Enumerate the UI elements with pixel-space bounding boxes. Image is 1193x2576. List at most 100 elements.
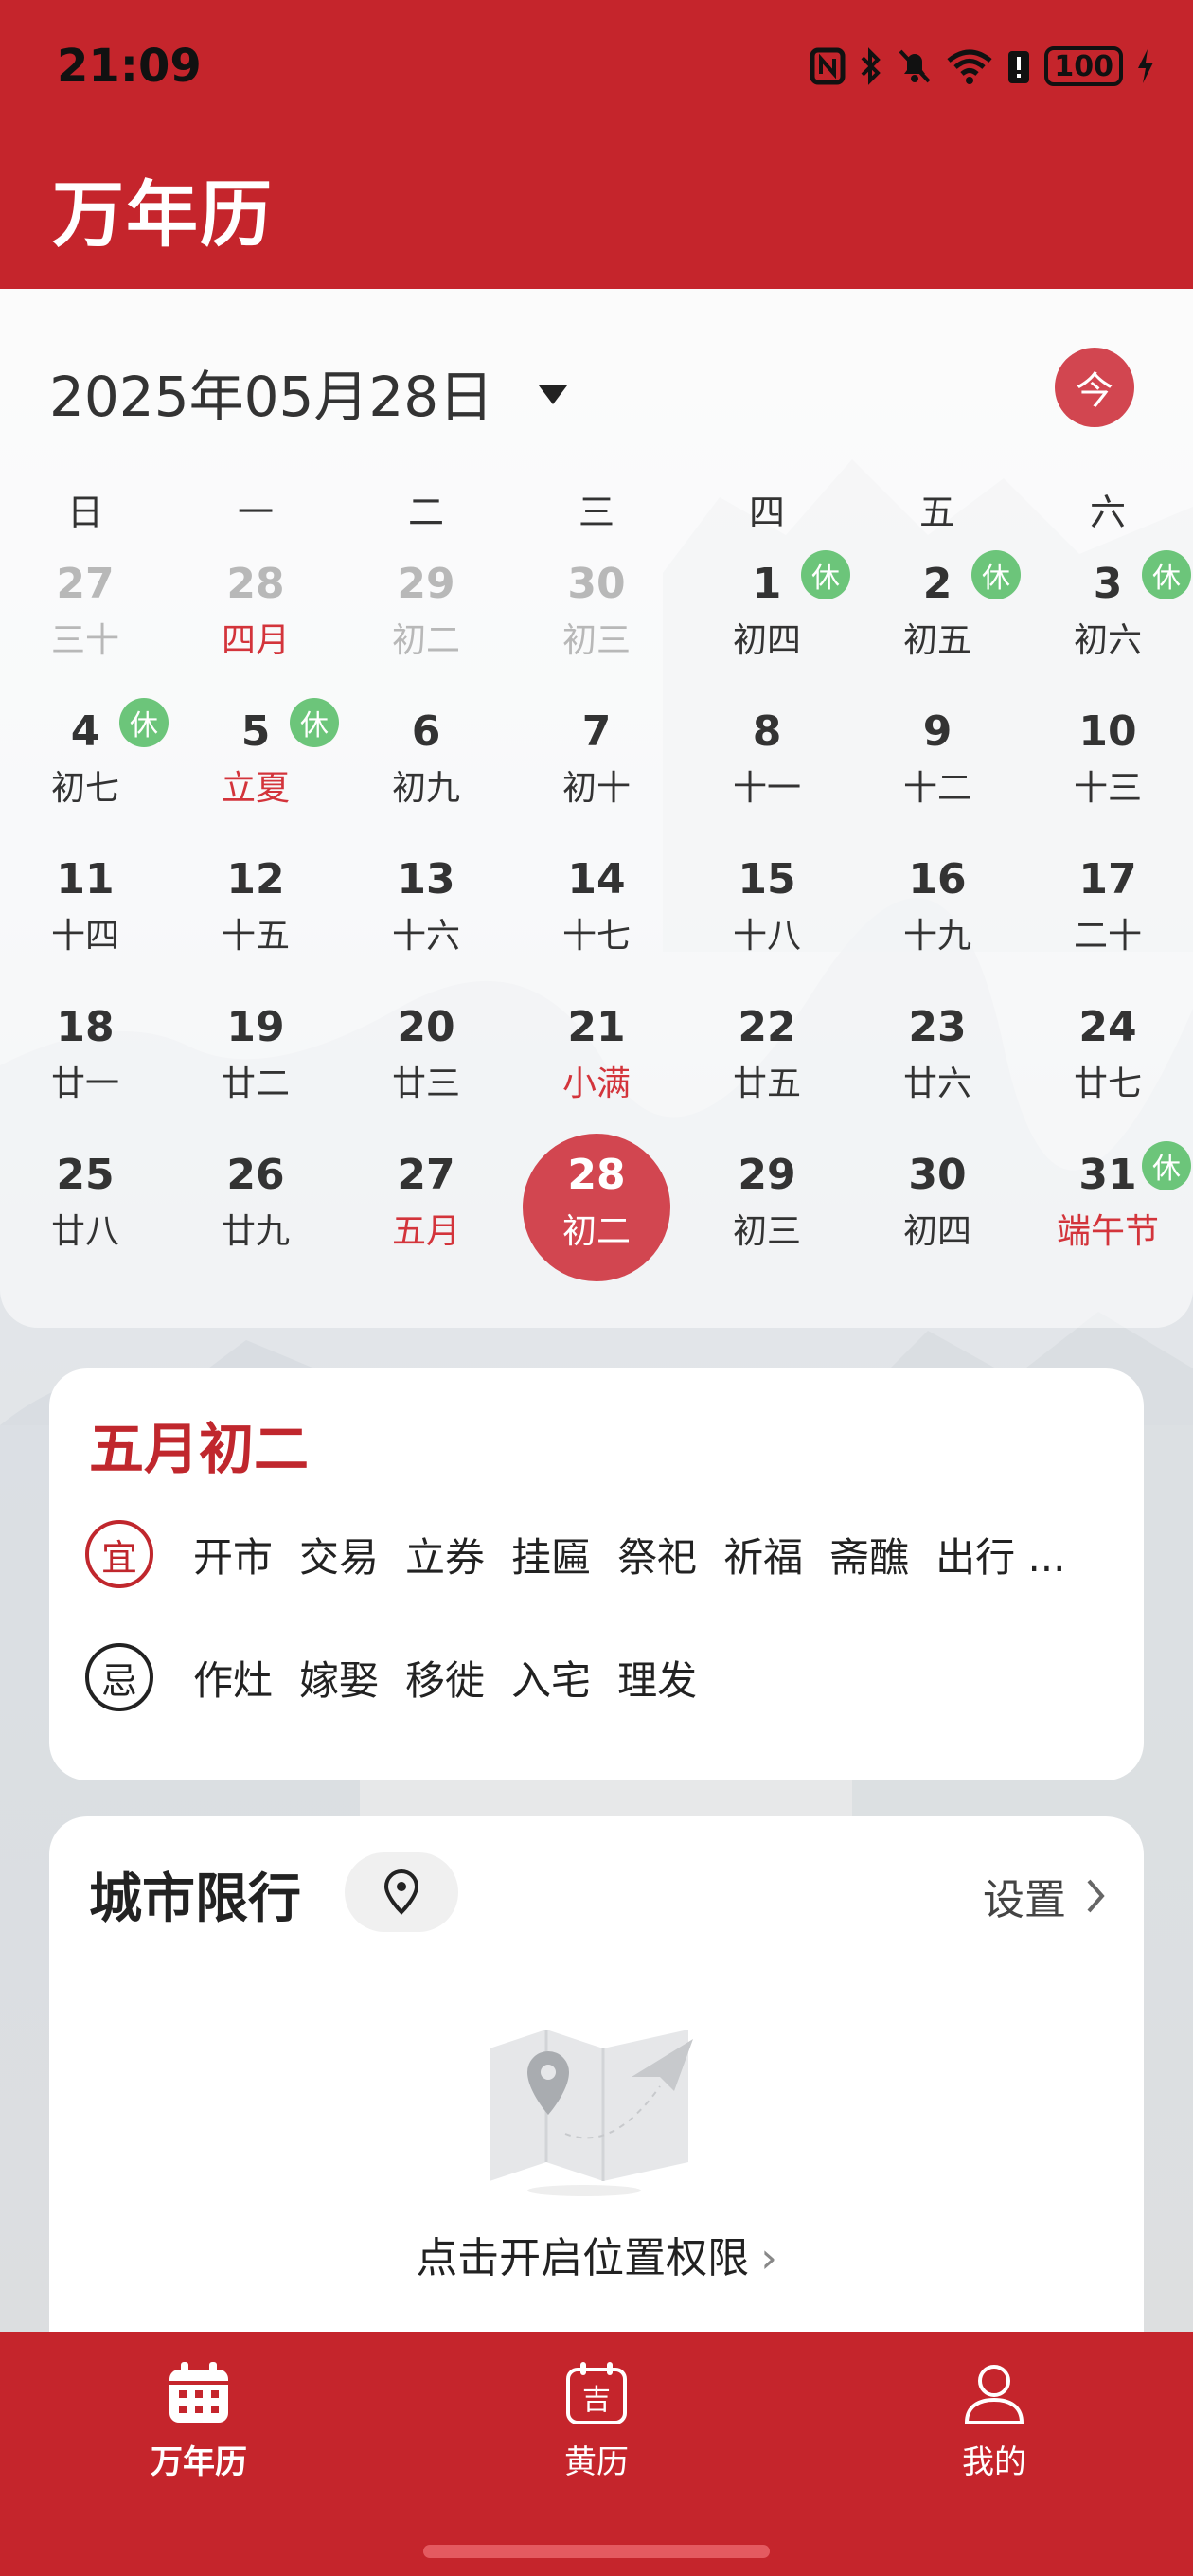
weekday-header: 日一二三四五六 <box>0 483 1193 540</box>
lunar-date: 十五 <box>221 917 290 956</box>
calendar-day[interactable]: 19 廿二 <box>170 986 341 1134</box>
calendar-day[interactable]: 12 十五 <box>170 838 341 986</box>
lunar-date: 十八 <box>732 917 801 956</box>
calendar-day[interactable]: 21 小满 <box>511 986 682 1134</box>
calendar-day[interactable]: 23 廿六 <box>852 986 1023 1134</box>
day-number: 30 <box>567 560 626 608</box>
location-button[interactable] <box>345 1852 458 1932</box>
avoid-item: 作灶 <box>193 1656 274 1704</box>
calendar-day[interactable]: 13 十六 <box>341 838 511 986</box>
lunar-date: 三十 <box>50 621 119 660</box>
lunar-date: 初四 <box>732 621 801 660</box>
weekday-label: 一 <box>237 492 274 533</box>
calendar-day[interactable]: 24 廿七 <box>1023 986 1193 1134</box>
mute-bell-icon <box>899 49 931 83</box>
nav-calendar[interactable]: 万年历 <box>95 2360 303 2482</box>
day-number: 16 <box>908 855 967 903</box>
status-icons: 100 <box>810 43 1155 90</box>
lunar-date: 初三 <box>561 621 631 660</box>
calendar-day[interactable]: 7 初十 <box>511 690 682 838</box>
calendar-day[interactable]: 30 初三 <box>511 543 682 690</box>
calendar-day[interactable]: 1 初四休 <box>682 543 852 690</box>
lunar-date: 初七 <box>50 769 119 808</box>
suitable-row: 宜 开市 交易 立券 挂匾 祭祀 祈福 斋醮 出行 ... <box>85 1520 1093 1588</box>
calendar-day[interactable]: 14 十七 <box>511 838 682 986</box>
calendar-day[interactable]: 4 初七休 <box>0 690 170 838</box>
calendar-day[interactable]: 28 四月 <box>170 543 341 690</box>
day-number: 6 <box>411 707 441 756</box>
lunar-date: 十三 <box>1073 769 1142 808</box>
calendar-day[interactable]: 10 十三 <box>1023 690 1193 838</box>
date-selector[interactable]: 2025年05月28日 <box>49 352 568 432</box>
avoid-item: 嫁娶 <box>299 1656 380 1704</box>
calendar-day[interactable]: 18 廿一 <box>0 986 170 1134</box>
svg-text:吉: 吉 <box>582 2384 611 2417</box>
day-number: 9 <box>922 707 953 756</box>
avoid-icon: 忌 <box>85 1643 153 1711</box>
calendar-day[interactable]: 26 廿九 <box>170 1134 341 1281</box>
calendar-day[interactable]: 22 廿五 <box>682 986 852 1134</box>
today-button[interactable]: 今 <box>1055 348 1134 427</box>
lunar-date: 廿二 <box>221 1064 290 1103</box>
lunar-date: 二十 <box>1073 917 1142 956</box>
holiday-rest-badge: 休 <box>971 550 1021 599</box>
settings-link[interactable]: 设置 <box>983 1866 1106 1926</box>
calendar-day[interactable]: 17 二十 <box>1023 838 1193 986</box>
day-number: 26 <box>226 1151 285 1199</box>
calendar-day[interactable]: 27 五月 <box>341 1134 511 1281</box>
nfc-icon <box>810 47 846 85</box>
calendar-day[interactable]: 27 三十 <box>0 543 170 690</box>
nav-label: 万年历 <box>151 2443 247 2481</box>
calendar-day[interactable]: 3 初六休 <box>1023 543 1193 690</box>
calendar-day[interactable]: 31 端午节休 <box>1023 1134 1193 1281</box>
lunar-date: 四月 <box>221 621 290 660</box>
nav-profile[interactable]: 我的 <box>890 2360 1098 2482</box>
calendar-day[interactable]: 16 十九 <box>852 838 1023 986</box>
lunar-date: 立夏 <box>221 769 290 808</box>
calendar-day[interactable]: 11 十四 <box>0 838 170 986</box>
calendar-day[interactable]: 25 廿八 <box>0 1134 170 1281</box>
lunar-date: 初四 <box>902 1212 971 1251</box>
city-restriction-card: 城市限行 设置 点击开启位置权限 › <box>49 1816 1144 2385</box>
day-number: 14 <box>567 855 626 903</box>
almanac-icon: 吉 <box>566 2362 627 2424</box>
almanac-card[interactable]: 五月初二 宜 开市 交易 立券 挂匾 祭祀 祈福 斋醮 出行 ... 忌 作灶 嫁娶 移徙 入宅 理发 <box>49 1368 1144 1780</box>
calendar-day[interactable]: 8 十一 <box>682 690 852 838</box>
enable-location-link[interactable]: 点击开启位置权限 › <box>49 2224 1144 2284</box>
day-number: 20 <box>397 1003 455 1051</box>
day-number: 27 <box>56 560 115 608</box>
avoid-row: 忌 作灶 嫁娶 移徙 入宅 理发 <box>85 1643 723 1711</box>
settings-label: 设置 <box>983 1876 1066 1924</box>
weekday-label: 日 <box>66 492 103 533</box>
holiday-rest-badge: 休 <box>1142 1141 1191 1190</box>
day-number: 28 <box>226 560 285 608</box>
day-number: 7 <box>581 707 612 756</box>
calendar-day[interactable]: 30 初四 <box>852 1134 1023 1281</box>
home-indicator[interactable] <box>423 2545 770 2558</box>
weekday-label: 二 <box>407 492 444 533</box>
calendar-day[interactable]: 29 初二 <box>341 543 511 690</box>
suitable-item: 挂匾 <box>511 1533 592 1581</box>
calendar-day-selected[interactable]: 28 初二 <box>511 1134 682 1281</box>
calendar-day[interactable]: 6 初九 <box>341 690 511 838</box>
calendar-day[interactable]: 29 初三 <box>682 1134 852 1281</box>
weekday-label: 五 <box>918 492 955 533</box>
calendar-day[interactable]: 9 十二 <box>852 690 1023 838</box>
lunar-date: 初六 <box>1073 621 1142 660</box>
app-header: 21:09 100 万年历 <box>0 0 1193 289</box>
weekday-label: 四 <box>748 492 785 533</box>
suitable-list: 开市 交易 立券 挂匾 祭祀 祈福 斋醮 出行 ... <box>193 1526 1093 1583</box>
day-number: 11 <box>56 855 115 903</box>
calendar-day[interactable]: 20 廿三 <box>341 986 511 1134</box>
calendar-day[interactable]: 15 十八 <box>682 838 852 986</box>
calendar-day[interactable]: 2 初五休 <box>852 543 1023 690</box>
calendar-day[interactable]: 5 立夏休 <box>170 690 341 838</box>
suitable-item: 斋醮 <box>829 1533 910 1581</box>
weekday-label: 三 <box>578 492 614 533</box>
app-title: 万年历 <box>52 172 274 257</box>
status-time: 21:09 <box>57 40 202 93</box>
nav-almanac[interactable]: 吉 黄历 <box>492 2360 701 2482</box>
map-illustration <box>490 2030 693 2196</box>
day-number: 28 <box>567 1151 626 1199</box>
day-number: 30 <box>908 1151 967 1199</box>
